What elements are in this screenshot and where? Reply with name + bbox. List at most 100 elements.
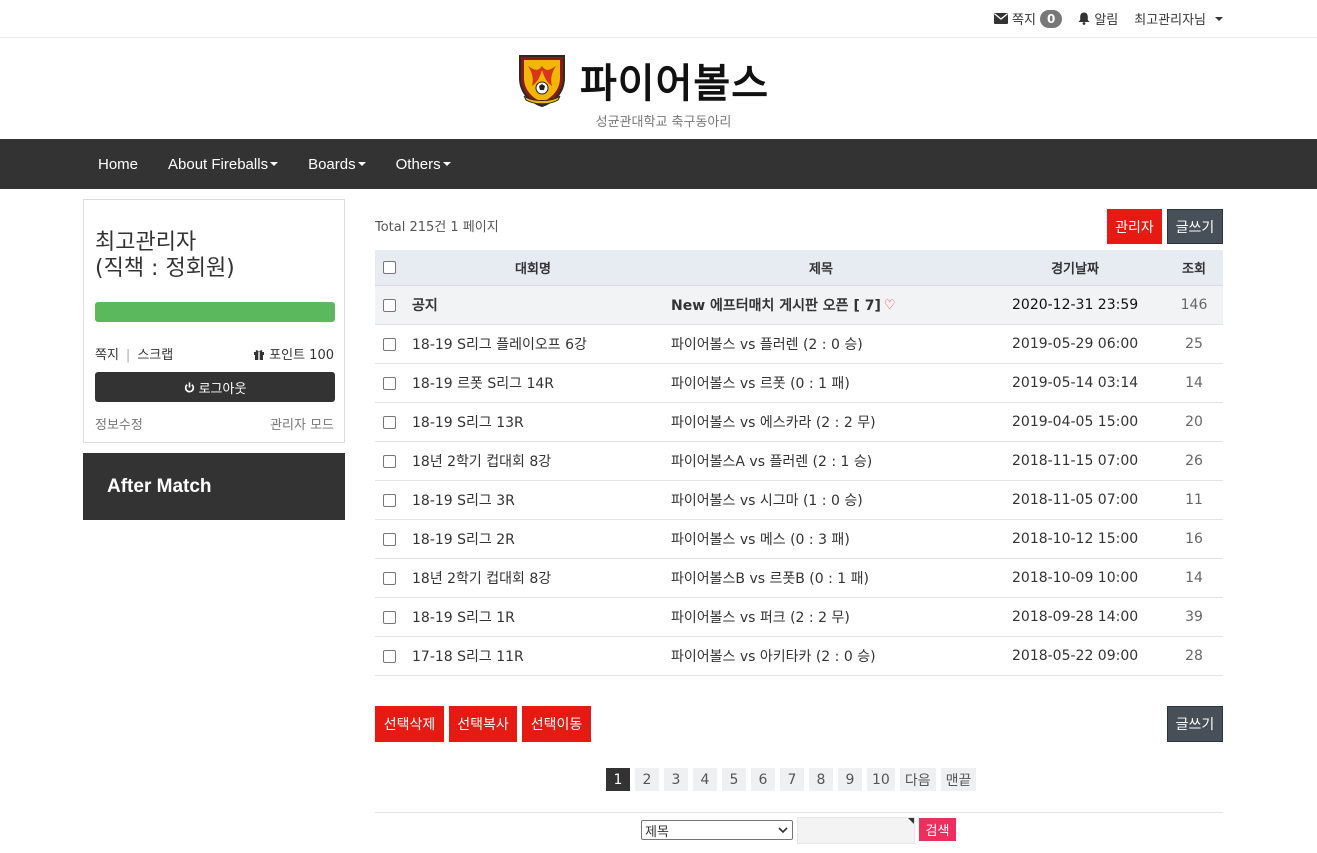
row-views: 14 (1165, 364, 1223, 402)
row-checkbox[interactable] (383, 649, 396, 663)
top-bar: 쪽지 0 알림 최고관리자님 (0, 0, 1317, 38)
date-text: 2019-05-29 06:00 (1012, 336, 1139, 352)
page-link[interactable]: 5 (722, 768, 746, 791)
admin-mode-link[interactable]: 관리자 모드 (270, 414, 334, 433)
user-menu-label: 최고관리자님 (1134, 13, 1206, 28)
views-text: 11 (1185, 492, 1203, 508)
title-text[interactable]: 파이어볼스 vs 시그마 (1 : 0 승) (671, 490, 863, 510)
row-title[interactable]: 파이어볼스 vs 시그마 (1 : 0 승) (671, 481, 863, 519)
row-competition: 18년 2학기 컵대회 8강 (412, 559, 551, 597)
table-row[interactable]: 18년 2학기 컵대회 8강 파이어볼스A vs 플러렌 (2 : 1 승) 201… (375, 442, 1223, 481)
page-next-link[interactable]: 다음 (899, 768, 936, 791)
row-checkbox[interactable] (383, 493, 396, 507)
nav-item-boards[interactable]: Boards (293, 156, 381, 173)
nav-item-about[interactable]: About Fireballs (153, 156, 293, 173)
table-row[interactable]: 18-19 S리그 플레이오프 6강 파이어볼스 vs 플러렌 (2 : 0 승)… (375, 325, 1223, 364)
bulk-move-button[interactable]: 선택이동 (522, 706, 591, 742)
table-row[interactable]: 18-19 S리그 13R 파이어볼스 vs 에스카라 (2 : 2 무) 2019… (375, 403, 1223, 442)
alerts-link[interactable]: 알림 (1078, 9, 1118, 28)
row-title[interactable]: 파이어볼스 vs 아키타카 (2 : 0 승) (671, 637, 876, 675)
row-title[interactable]: 파이어볼스 vs 퍼크 (2 : 2 무) (671, 598, 850, 636)
row-checkbox[interactable] (383, 454, 396, 468)
row-checkbox[interactable] (383, 415, 396, 429)
competition-text: 18-19 S리그 13R (412, 415, 524, 431)
page-current[interactable]: 1 (606, 768, 630, 791)
row-title[interactable]: 파이어볼스 vs 에스카라 (2 : 2 무) (671, 403, 876, 441)
logout-button[interactable]: 로그아웃 (95, 372, 335, 402)
row-checkbox[interactable] (383, 571, 396, 585)
search-field-select[interactable]: 제목 (641, 820, 793, 840)
edit-info-link[interactable]: 정보수정 (95, 414, 143, 433)
page-link[interactable]: 6 (751, 768, 775, 791)
row-checkbox[interactable] (383, 376, 396, 390)
row-checkbox[interactable] (383, 298, 396, 312)
row-title[interactable]: 파이어볼스A vs 플러렌 (2 : 1 승) (671, 442, 872, 480)
table-row[interactable]: 18-19 S리그 1R 파이어볼스 vs 퍼크 (2 : 2 무) 2018-09… (375, 598, 1223, 637)
nav-item-home[interactable]: Home (83, 156, 153, 173)
table-row[interactable]: 17-18 S리그 11R 파이어볼스 vs 아키타카 (2 : 0 승) 2018… (375, 637, 1223, 676)
row-title[interactable]: 파이어볼스B vs 르폿B (0 : 1 패) (671, 559, 869, 597)
admin-button[interactable]: 관리자 (1107, 209, 1162, 244)
bell-icon (1078, 12, 1090, 25)
page-link[interactable]: 4 (693, 768, 717, 791)
row-checkbox[interactable] (383, 610, 396, 624)
points-link[interactable]: 포인트 100 (253, 344, 334, 363)
site-logo-link[interactable]: 파이어볼스 (516, 51, 769, 109)
table-row[interactable]: 18-19 S리그 3R 파이어볼스 vs 시그마 (1 : 0 승) 2018-1… (375, 481, 1223, 520)
bulk-delete-button[interactable]: 선택삭제 (375, 706, 444, 742)
date-text: 2018-10-09 10:00 (1012, 570, 1139, 586)
page-link[interactable]: 10 (867, 768, 895, 791)
row-checkbox[interactable] (383, 337, 396, 351)
page-link[interactable]: 9 (838, 768, 862, 791)
write-button[interactable]: 글쓰기 (1167, 209, 1223, 244)
row-title[interactable]: 파이어볼스 vs 플러렌 (2 : 0 승) (671, 325, 863, 363)
nav-item-label: Others (395, 155, 441, 173)
title-text[interactable]: 파이어볼스B vs 르폿B (0 : 1 패) (671, 568, 869, 588)
board-total-count: Total 215건 1 페이지 (375, 220, 499, 235)
title-text[interactable]: 파이어볼스 vs 르폿 (0 : 1 패) (671, 373, 850, 393)
search-input[interactable] (797, 817, 915, 844)
title-text[interactable]: 파이어볼스 vs 에스카라 (2 : 2 무) (671, 412, 876, 432)
title-text[interactable]: 파이어볼스 vs 메스 (0 : 3 패) (671, 529, 850, 549)
title-text[interactable]: 파이어볼스A vs 플러렌 (2 : 1 승) (671, 451, 872, 471)
competition-text: 18-19 르폿 S리그 14R (412, 376, 554, 392)
search-button[interactable]: 검색 (919, 818, 956, 841)
row-competition: 18-19 르폿 S리그 14R (412, 364, 554, 402)
row-views: 25 (1165, 325, 1223, 363)
profile-scrap-link[interactable]: 스크랩 (137, 348, 173, 363)
bulk-copy-button[interactable]: 선택복사 (449, 706, 517, 742)
title-text[interactable]: 파이어볼스 vs 퍼크 (2 : 2 무) (671, 607, 850, 627)
views-text: 20 (1185, 414, 1203, 430)
row-title[interactable]: 파이어볼스 vs 르폿 (0 : 1 패) (671, 364, 850, 402)
profile-message-link[interactable]: 쪽지 (95, 348, 119, 363)
notice-row[interactable]: 공지 New 에프터매치 게시판 오픈 [ 7] ♡ 2020-12-31 23:59… (375, 286, 1223, 325)
row-select-cell (383, 481, 396, 519)
date-text: 2018-11-15 07:00 (1012, 453, 1139, 469)
page-last-link[interactable]: 맨끝 (940, 768, 977, 791)
top-bar-menu: 쪽지 0 알림 최고관리자님 (994, 9, 1223, 28)
row-date: 2019-05-14 03:14 (1012, 364, 1138, 402)
user-menu-dropdown[interactable]: 최고관리자님 (1134, 9, 1223, 28)
write-button-bottom[interactable]: 글쓰기 (1167, 706, 1223, 742)
table-row[interactable]: 18-19 르폿 S리그 14R 파이어볼스 vs 르폿 (0 : 1 패) 201… (375, 364, 1223, 403)
nav-item-others[interactable]: Others (381, 156, 466, 173)
page-link[interactable]: 3 (664, 768, 688, 791)
competition-text: 17-18 S리그 11R (412, 649, 524, 665)
table-row[interactable]: 18년 2학기 컵대회 8강 파이어볼스B vs 르폿B (0 : 1 패) 201… (375, 559, 1223, 598)
page-link[interactable]: 7 (780, 768, 804, 791)
table-row[interactable]: 18-19 S리그 2R 파이어볼스 vs 메스 (0 : 3 패) 2018-10… (375, 520, 1223, 559)
header-views: 조회 (1182, 262, 1206, 277)
title-text[interactable]: 파이어볼스 vs 플러렌 (2 : 0 승) (671, 334, 863, 354)
row-checkbox[interactable] (383, 532, 396, 546)
messages-link[interactable]: 쪽지 0 (994, 9, 1063, 28)
title-text[interactable]: 파이어볼스 vs 아키타카 (2 : 0 승) (671, 646, 876, 666)
row-title[interactable]: New 에프터매치 게시판 오픈 [ 7] ♡ (671, 286, 896, 324)
row-views: 16 (1165, 520, 1223, 558)
row-date: 2019-05-29 06:00 (1012, 325, 1138, 363)
title-text[interactable]: New 에프터매치 게시판 오픈 [ 7] (671, 295, 881, 315)
page-link[interactable]: 2 (635, 768, 659, 791)
power-icon (184, 381, 194, 393)
row-title[interactable]: 파이어볼스 vs 메스 (0 : 3 패) (671, 520, 850, 558)
header-title: 제목 (809, 262, 833, 277)
page-link[interactable]: 8 (809, 768, 833, 791)
